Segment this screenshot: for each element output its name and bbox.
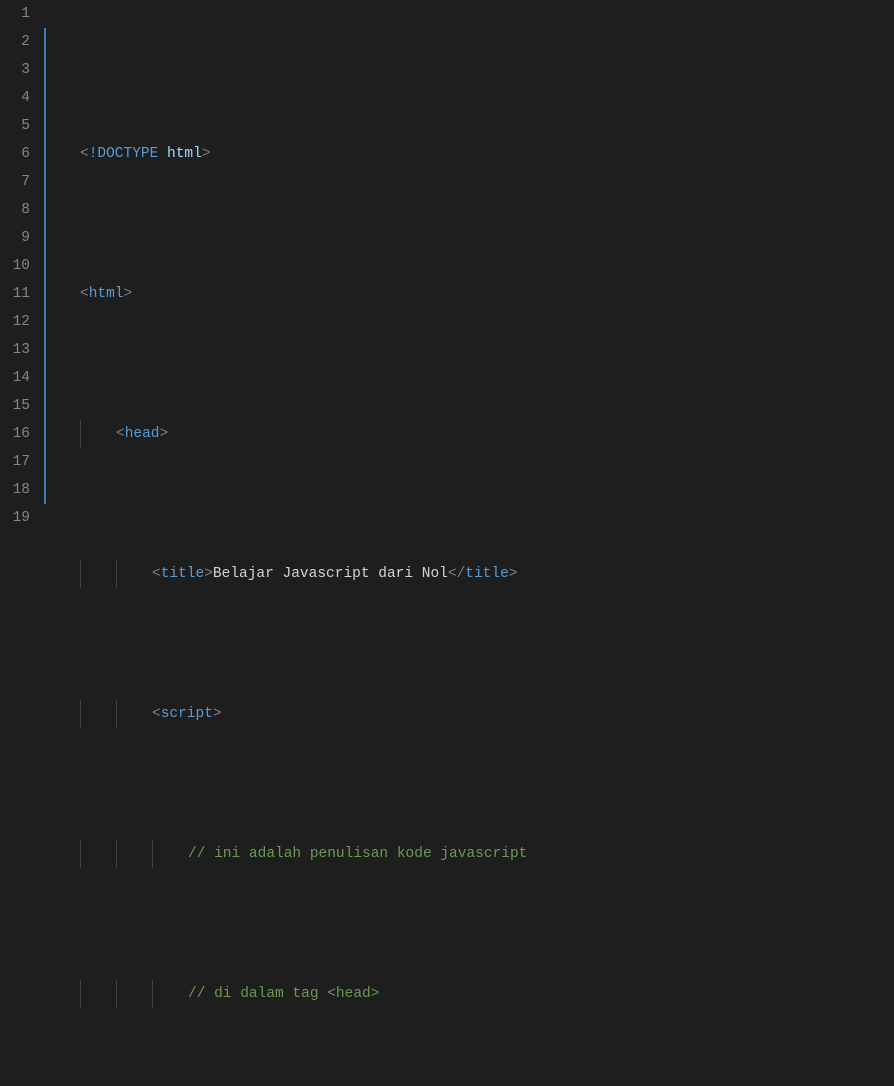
title-text: Belajar Javascript dari Nol	[213, 566, 448, 582]
tag-script-open: script	[161, 706, 213, 722]
line-number: 6	[0, 140, 30, 168]
code-line[interactable]: <title>Belajar Javascript dari Nol</titl…	[44, 560, 894, 588]
line-number: 11	[0, 280, 30, 308]
doctype-keyword: !DOCTYPE	[89, 146, 159, 162]
code-line[interactable]: // ini adalah penulisan kode javascript	[44, 840, 894, 868]
comment: // di dalam tag <head>	[188, 986, 379, 1002]
line-number: 14	[0, 364, 30, 392]
code-line[interactable]: <head>	[44, 420, 894, 448]
line-number-gutter: 1 2 3 4 5 6 7 8 9 10 11 12 13 14 15 16 1…	[0, 0, 44, 543]
line-number: 1	[0, 0, 30, 28]
code-line[interactable]: <html>	[44, 280, 894, 308]
code-line[interactable]: <script>	[44, 700, 894, 728]
line-number: 16	[0, 420, 30, 448]
tag-title-close: title	[465, 566, 509, 582]
line-number: 2	[0, 28, 30, 56]
tag-head-open: head	[125, 426, 160, 442]
line-number: 4	[0, 84, 30, 112]
line-number: 19	[0, 504, 30, 532]
line-number: 15	[0, 392, 30, 420]
line-number: 17	[0, 448, 30, 476]
line-number: 5	[0, 112, 30, 140]
tag-title-open: title	[161, 566, 205, 582]
doctype-name: html	[167, 146, 202, 162]
line-number: 8	[0, 196, 30, 224]
tag-html-open: html	[89, 286, 124, 302]
code-line[interactable]: // di dalam tag <head>	[44, 980, 894, 1008]
line-number: 3	[0, 56, 30, 84]
line-number: 18	[0, 476, 30, 504]
line-number: 7	[0, 168, 30, 196]
line-number: 9	[0, 224, 30, 252]
line-number: 12	[0, 308, 30, 336]
line-number: 13	[0, 336, 30, 364]
line-number: 10	[0, 252, 30, 280]
comment: // ini adalah penulisan kode javascript	[188, 846, 527, 862]
code-editor[interactable]: <!DOCTYPE html> <html> <head> <title>Bel…	[44, 0, 894, 543]
code-line[interactable]: <!DOCTYPE html>	[44, 140, 894, 168]
